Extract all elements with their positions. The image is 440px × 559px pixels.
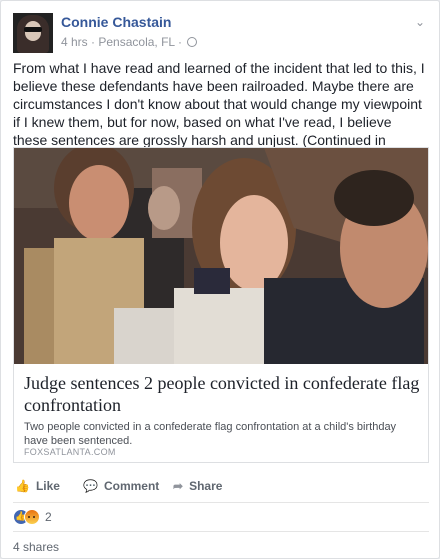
post-meta: 4 hrs · Pensacola, FL · bbox=[61, 35, 198, 49]
share-button[interactable]: ➦ Share bbox=[173, 479, 222, 493]
chevron-down-icon[interactable]: ⌄ bbox=[413, 15, 427, 29]
shares-count[interactable]: 4 shares bbox=[13, 540, 59, 554]
author-name[interactable]: Connie Chastain bbox=[61, 14, 171, 30]
divider bbox=[13, 502, 429, 503]
comment-label: Comment bbox=[103, 479, 160, 493]
post-time[interactable]: 4 hrs bbox=[61, 35, 88, 49]
comment-button[interactable]: 💬 Comment bbox=[83, 479, 159, 493]
link-title[interactable]: Judge sentences 2 people convicted in co… bbox=[24, 372, 420, 416]
avatar[interactable] bbox=[13, 13, 53, 53]
share-icon: ➦ bbox=[173, 479, 184, 493]
post-location[interactable]: Pensacola, FL bbox=[98, 35, 174, 49]
globe-icon[interactable] bbox=[187, 37, 198, 47]
avatar-glasses bbox=[24, 27, 42, 32]
like-button[interactable]: 👍 Like bbox=[15, 479, 60, 493]
divider bbox=[13, 531, 429, 532]
reaction-count: 2 bbox=[45, 510, 52, 524]
share-label: Share bbox=[189, 479, 223, 493]
meta-separator: · bbox=[177, 35, 182, 49]
courtroom-photo bbox=[14, 148, 428, 364]
link-domain: FOXSATLANTA.COM bbox=[24, 447, 116, 457]
post-header: Connie Chastain 4 hrs · Pensacola, FL · … bbox=[13, 13, 429, 53]
post-card: Connie Chastain 4 hrs · Pensacola, FL · … bbox=[0, 0, 440, 559]
comment-icon: 💬 bbox=[83, 479, 98, 493]
link-description: Two people convicted in a confederate fl… bbox=[24, 421, 397, 447]
thumbs-up-icon: 👍 bbox=[15, 479, 30, 493]
meta-separator: · bbox=[91, 35, 96, 49]
link-image[interactable] bbox=[14, 148, 428, 364]
angry-icon bbox=[24, 509, 40, 525]
like-label: Like bbox=[35, 479, 60, 493]
action-bar: 👍 Like 💬 Comment ➦ Share bbox=[13, 475, 429, 499]
link-preview[interactable]: Judge sentences 2 people convicted in co… bbox=[13, 147, 429, 463]
